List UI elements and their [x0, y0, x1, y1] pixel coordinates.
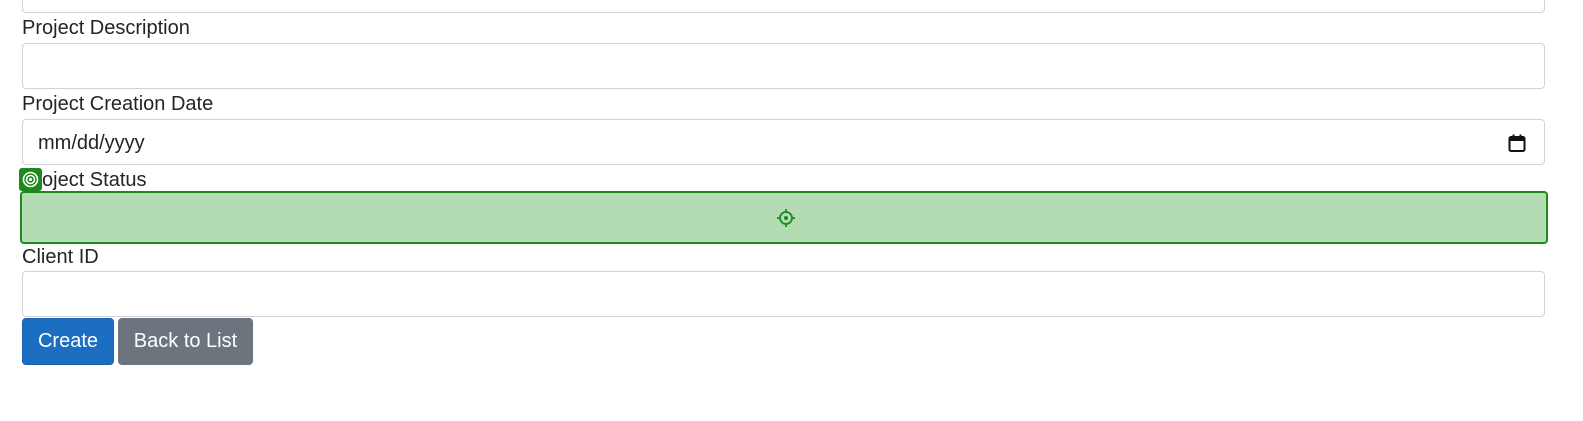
client-id-input[interactable] — [22, 271, 1545, 317]
date-placeholder: mm/dd/yyyy — [38, 132, 145, 154]
create-project-form: Project Description Project Creation Dat… — [0, 0, 1583, 421]
calendar-icon[interactable] — [1507, 133, 1527, 153]
project-name-input[interactable] — [22, 0, 1545, 13]
project-status-label: oject Status — [42, 169, 147, 191]
create-button[interactable]: Create — [22, 318, 114, 365]
project-description-input[interactable] — [22, 43, 1545, 89]
client-id-label: Client ID — [22, 246, 99, 268]
crosshair-icon — [777, 209, 795, 227]
back-to-list-button[interactable]: Back to List — [118, 318, 253, 365]
project-creation-date-input[interactable]: mm/dd/yyyy — [22, 119, 1545, 165]
project-status-input[interactable] — [20, 191, 1548, 244]
badge-target-icon — [19, 168, 42, 191]
project-description-label: Project Description — [22, 17, 190, 39]
project-creation-date-label: Project Creation Date — [22, 93, 214, 115]
